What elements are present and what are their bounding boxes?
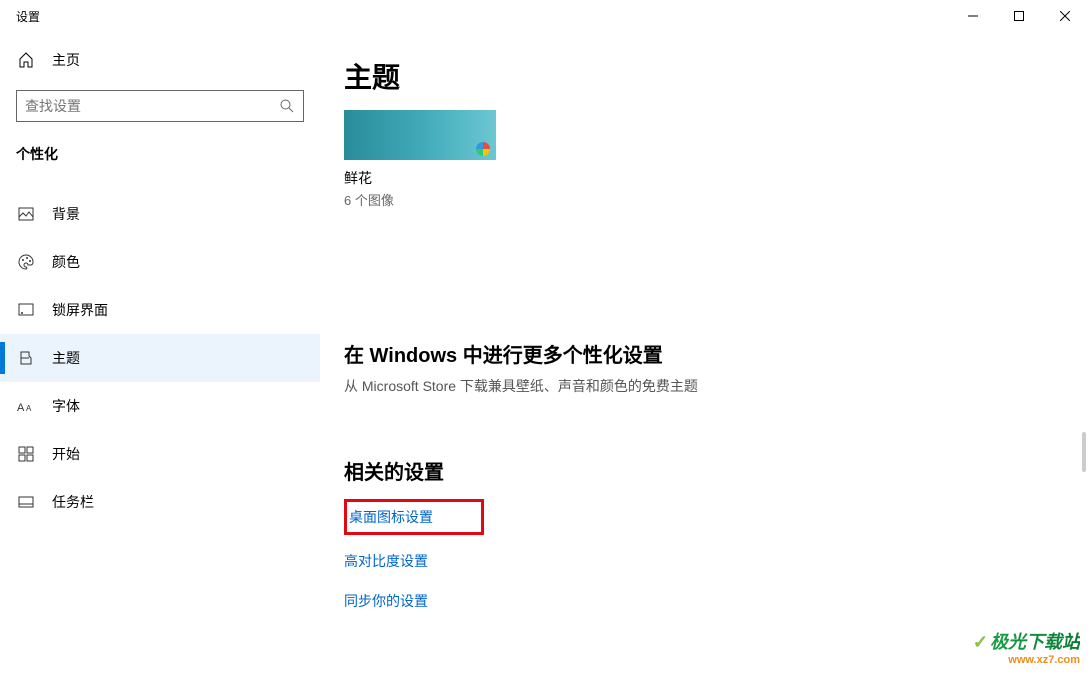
page-title: 主题 — [344, 56, 1048, 96]
taskbar-icon — [16, 494, 36, 510]
category-header: 个性化 — [0, 122, 320, 172]
more-personalization-sub: 从 Microsoft Store 下载兼具壁纸、声音和颜色的免费主题 — [344, 376, 1048, 396]
search-box[interactable] — [16, 90, 304, 122]
highlight-annotation: 桌面图标设置 — [344, 499, 484, 535]
watermark-url: www.xz7.com — [973, 654, 1080, 666]
window-title: 设置 — [16, 8, 40, 25]
link-desktop-icon-settings[interactable]: 桌面图标设置 — [349, 507, 433, 527]
nav-label: 背景 — [52, 204, 80, 224]
home-label: 主页 — [52, 50, 80, 70]
watermark-title: 极光下载站 — [973, 628, 1080, 654]
start-icon — [16, 446, 36, 462]
minimize-button[interactable] — [950, 0, 996, 32]
nav-item-taskbar[interactable]: 任务栏 — [0, 478, 320, 526]
maximize-button[interactable] — [996, 0, 1042, 32]
nav-label: 任务栏 — [52, 492, 94, 512]
titlebar: 设置 — [0, 0, 1088, 32]
nav-label: 颜色 — [52, 252, 80, 272]
picture-icon — [16, 206, 36, 222]
theme-name: 鲜花 — [344, 168, 496, 188]
nav-item-start[interactable]: 开始 — [0, 430, 320, 478]
theme-thumbnail — [344, 110, 496, 160]
nav-item-fonts[interactable]: AA 字体 — [0, 382, 320, 430]
nav-item-colors[interactable]: 颜色 — [0, 238, 320, 286]
more-personalization-heading: 在 Windows 中进行更多个性化设置 — [344, 339, 1048, 368]
link-high-contrast-settings[interactable]: 高对比度设置 — [344, 551, 428, 571]
link-sync-settings[interactable]: 同步你的设置 — [344, 591, 428, 611]
search-input[interactable] — [25, 98, 279, 114]
sidebar: 主页 个性化 背景 颜色 锁屏界面 主题 — [0, 32, 320, 674]
themes-icon — [16, 350, 36, 366]
related-settings-heading: 相关的设置 — [344, 456, 1048, 485]
svg-text:A: A — [17, 402, 25, 413]
fonts-icon: AA — [16, 399, 36, 413]
nav-label: 锁屏界面 — [52, 300, 108, 320]
scrollbar[interactable] — [1082, 432, 1086, 472]
close-button[interactable] — [1042, 0, 1088, 32]
palette-icon — [16, 254, 36, 270]
nav-label: 主题 — [52, 348, 80, 368]
nav-label: 字体 — [52, 396, 80, 416]
lockscreen-icon — [16, 302, 36, 318]
nav-label: 开始 — [52, 444, 80, 464]
main-panel: 主题 鲜花 6 个图像 在 Windows 中进行更多个性化设置 从 Micro… — [320, 32, 1088, 674]
nav-list: 背景 颜色 锁屏界面 主题 AA 字体 开始 — [0, 190, 320, 526]
watermark: 极光下载站 www.xz7.com — [973, 628, 1080, 666]
nav-item-themes[interactable]: 主题 — [0, 334, 320, 382]
search-icon — [279, 98, 295, 114]
theme-tile[interactable]: 鲜花 6 个图像 — [344, 110, 496, 209]
theme-subtitle: 6 个图像 — [344, 190, 496, 209]
home-icon — [16, 52, 36, 68]
home-link[interactable]: 主页 — [0, 40, 320, 80]
nav-item-background[interactable]: 背景 — [0, 190, 320, 238]
svg-text:A: A — [26, 404, 32, 413]
nav-item-lockscreen[interactable]: 锁屏界面 — [0, 286, 320, 334]
